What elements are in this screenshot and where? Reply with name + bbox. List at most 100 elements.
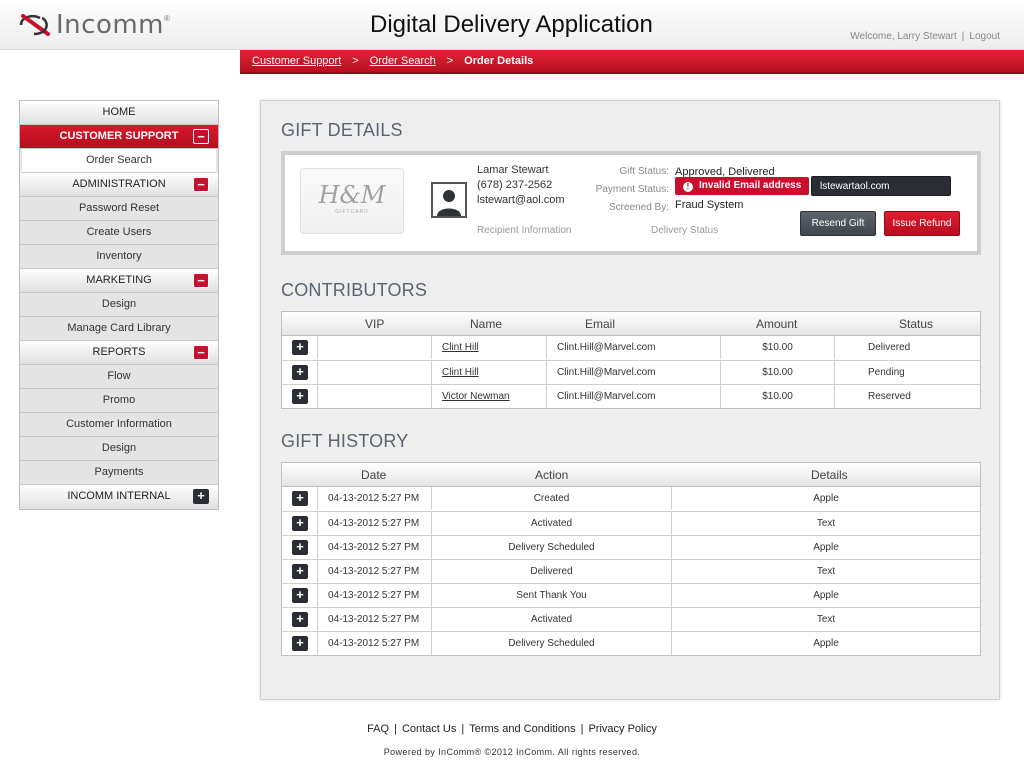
recipient-phone: (678) 237-2562: [477, 179, 553, 191]
copyright-text: Powered by InComm® ©2012 InComm. All rig…: [383, 747, 641, 757]
warning-icon: !: [683, 182, 693, 192]
sidebar-item-label: Inventory: [96, 250, 142, 262]
action-cell: Activated: [431, 608, 671, 631]
sidebar-item-design[interactable]: Design: [20, 293, 218, 317]
expand-row-icon[interactable]: +: [292, 588, 308, 603]
sidebar-item-home[interactable]: HOME: [20, 101, 218, 125]
main-panel: GIFT DETAILS H&M GIFTCARD Lamar Stewart …: [260, 100, 1000, 700]
details-cell: Apple: [671, 632, 980, 655]
recipient-info-label: Recipient Information: [477, 225, 572, 236]
footer-separator: |: [461, 723, 465, 735]
expand-cell: +: [282, 584, 317, 607]
footer-terms-link[interactable]: Terms and Conditions: [469, 723, 575, 735]
breadcrumb-order-search[interactable]: Order Search: [370, 55, 436, 67]
resend-gift-button[interactable]: Resend Gift: [800, 211, 876, 236]
sidebar-item-marketing[interactable]: MARKETING −: [20, 269, 218, 293]
expand-cell: +: [282, 512, 317, 535]
expand-row-icon[interactable]: +: [292, 389, 308, 404]
vip-cell: [317, 336, 431, 359]
expand-cell: +: [282, 632, 317, 655]
breadcrumb-customer-support[interactable]: Customer Support: [252, 55, 341, 67]
expand-row-icon[interactable]: +: [292, 612, 308, 627]
sidebar-item-administration[interactable]: ADMINISTRATION −: [20, 173, 218, 197]
contributor-name-link[interactable]: Clint Hill: [442, 367, 479, 378]
collapse-icon[interactable]: −: [193, 129, 209, 144]
expand-row-icon[interactable]: +: [292, 564, 308, 579]
table-body: +04-13-2012 5:27 PM Created Apple +04-13-20…: [282, 487, 980, 655]
expand-row-icon[interactable]: +: [292, 365, 308, 380]
expand-cell: +: [282, 336, 317, 359]
sidebar-item-payments[interactable]: Payments: [20, 461, 218, 485]
sidebar-item-promo[interactable]: Promo: [20, 389, 218, 413]
column-header-amount: Amount: [756, 317, 798, 331]
welcome-text: Welcome, Larry Stewart: [850, 31, 957, 42]
contributor-name-link[interactable]: Clint Hill: [442, 342, 479, 353]
sidebar-item-customer-support[interactable]: CUSTOMER SUPPORT −: [20, 125, 218, 149]
breadcrumb-separator: >: [446, 55, 454, 67]
expand-row-icon[interactable]: +: [292, 340, 308, 355]
sidebar-item-label: Flow: [107, 370, 131, 382]
sidebar-item-design-reports[interactable]: Design: [20, 437, 218, 461]
issue-refund-button[interactable]: Issue Refund: [884, 211, 960, 236]
collapse-icon[interactable]: −: [193, 273, 209, 288]
sidebar-item-label: Order Search: [85, 154, 153, 166]
footer-contact-link[interactable]: Contact Us: [402, 723, 456, 735]
date-cell: 04-13-2012 5:27 PM: [317, 512, 431, 535]
expand-row-icon[interactable]: +: [292, 636, 308, 651]
sidebar-item-label: Manage Card Library: [67, 322, 171, 334]
sidebar-item-incomm-internal[interactable]: INCOMM INTERNAL +: [20, 485, 218, 509]
date-cell: 04-13-2012 5:27 PM: [317, 536, 431, 559]
footer-privacy-link[interactable]: Privacy Policy: [588, 723, 656, 735]
table-row: + Clint Hill Clint.Hill@Marvel.com $10.00 Pe…: [282, 360, 980, 384]
name-cell: Clint Hill: [431, 336, 546, 359]
column-header-vip: VIP: [365, 317, 385, 331]
footer-links: FAQ | Contact Us | Terms and Conditions | Priv…: [0, 723, 1024, 735]
sidebar-item-customer-information[interactable]: Customer Information: [20, 413, 218, 437]
column-header-action: Action: [535, 468, 569, 482]
gift-details-box: H&M GIFTCARD Lamar Stewart (678) 237-256…: [281, 151, 981, 255]
email-field[interactable]: [811, 176, 951, 196]
logo-registered-mark: ®: [164, 14, 170, 23]
footer-faq-link[interactable]: FAQ: [367, 723, 389, 735]
screened-by-value: Fraud System: [675, 199, 744, 211]
action-cell: Delivered: [431, 560, 671, 583]
expand-icon[interactable]: +: [193, 489, 209, 504]
vip-cell: [317, 385, 431, 408]
gift-history-title: GIFT HISTORY: [281, 431, 409, 451]
recipient-info: Lamar Stewart (678) 237-2562 lstewart@ao…: [477, 163, 565, 208]
sidebar-item-label: MARKETING: [86, 274, 152, 286]
sidebar-item-label: Customer Information: [66, 418, 172, 430]
date-cell: 04-13-2012 5:27 PM: [317, 560, 431, 583]
expand-row-icon[interactable]: +: [292, 540, 308, 555]
date-cell: 04-13-2012 5:27 PM: [317, 584, 431, 607]
expand-cell: +: [282, 536, 317, 559]
table-row: + Victor Newman Clint.Hill@Marvel.com $10.0…: [282, 384, 980, 408]
sidebar-item-reports[interactable]: REPORTS −: [20, 341, 218, 365]
collapse-icon[interactable]: −: [193, 345, 209, 360]
email-cell: Clint.Hill@Marvel.com: [546, 361, 720, 384]
expand-cell: +: [282, 560, 317, 583]
action-cell: Sent Thank You: [431, 584, 671, 607]
sidebar-item-password-reset[interactable]: Password Reset: [20, 197, 218, 221]
logout-link[interactable]: Logout: [969, 31, 1000, 42]
column-header-email: Email: [585, 317, 616, 331]
expand-row-icon[interactable]: +: [292, 516, 308, 531]
column-header-date: Date: [361, 468, 387, 482]
sidebar-item-flow[interactable]: Flow: [20, 365, 218, 389]
app-title: Digital Delivery Application: [370, 11, 653, 38]
app-header: Incomm ® Digital Delivery Application We…: [0, 0, 1024, 50]
sidebar-item-manage-card-library[interactable]: Manage Card Library: [20, 317, 218, 341]
sidebar-item-create-users[interactable]: Create Users: [20, 221, 218, 245]
collapse-icon[interactable]: −: [193, 177, 209, 192]
column-header-details: Details: [811, 468, 848, 482]
error-text: Invalid Email address: [699, 180, 802, 191]
incomm-logo[interactable]: Incomm ®: [18, 10, 170, 40]
expand-row-icon[interactable]: +: [292, 491, 308, 506]
user-welcome: Welcome, Larry Stewart | Logout: [850, 31, 1000, 42]
sidebar-item-inventory[interactable]: Inventory: [20, 245, 218, 269]
table-row: +04-13-2012 5:27 PM Delivered Text: [282, 559, 980, 583]
payment-status-label: Payment Status:: [595, 184, 669, 195]
contributor-name-link[interactable]: Victor Newman: [442, 391, 510, 402]
sidebar-item-order-search[interactable]: Order Search: [22, 149, 216, 173]
expand-cell: +: [282, 487, 317, 510]
